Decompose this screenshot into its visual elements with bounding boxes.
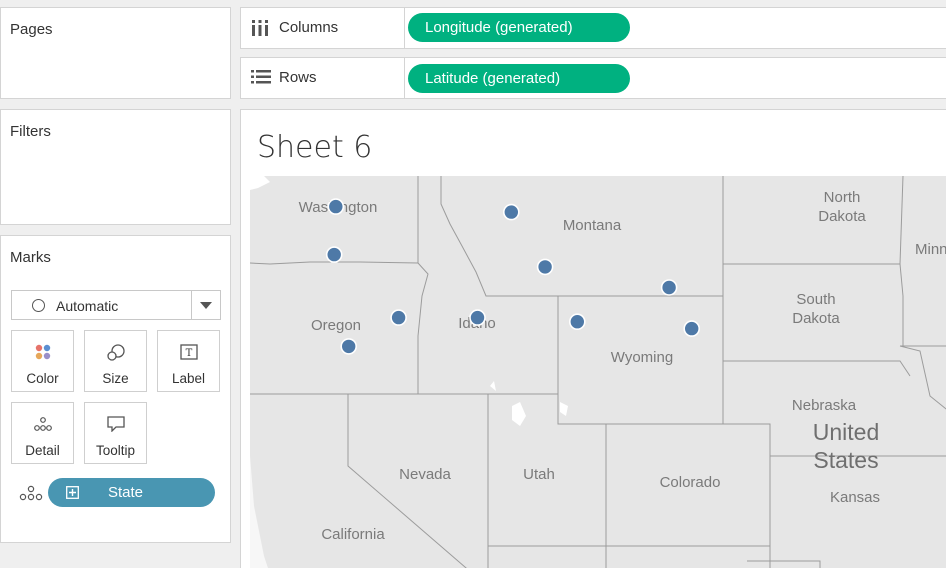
text-icon: T	[179, 344, 198, 360]
rows-label: Rows	[279, 69, 317, 86]
color-label: Color	[26, 371, 59, 386]
tooltip-label: Tooltip	[95, 443, 136, 458]
state-point-montana[interactable]	[502, 203, 520, 221]
label-button[interactable]: T Label	[157, 330, 220, 392]
chevron-down-icon[interactable]	[200, 302, 212, 309]
shelf-divider	[404, 58, 405, 98]
color-icon	[35, 344, 50, 360]
map-view[interactable]: NorthDakota SouthDakota Idaho Minn Washi…	[250, 176, 946, 568]
mark-type-value: Automatic	[56, 298, 119, 314]
rows-shelf[interactable]: Rows Latitude (generated)	[240, 57, 946, 99]
state-point-nebraska[interactable]	[660, 279, 678, 296]
state-point-colorado[interactable]	[568, 313, 586, 330]
longitude-pill[interactable]: Longitude (generated)	[408, 13, 630, 42]
detail-icon	[33, 417, 52, 431]
columns-icon	[252, 20, 268, 36]
tableau-workspace: Pages Filters Marks Automatic Color Size…	[0, 0, 946, 568]
shelf-divider	[404, 8, 405, 48]
latitude-pill[interactable]: Latitude (generated)	[408, 64, 630, 93]
tooltip-button[interactable]: Tooltip	[84, 402, 147, 464]
state-point-kansas[interactable]	[683, 320, 701, 337]
state-point-washington[interactable]	[327, 198, 345, 215]
mark-type-dropdown[interactable]: Automatic	[11, 290, 221, 320]
expand-plus-icon[interactable]	[66, 486, 79, 499]
detail-encoding-icon	[19, 485, 43, 501]
sheet-title[interactable]: Sheet 6	[257, 130, 372, 165]
state-detail-pill[interactable]: State	[48, 478, 215, 507]
pages-card[interactable]: Pages	[0, 7, 231, 99]
size-label: Size	[102, 371, 129, 386]
tooltip-icon	[106, 416, 125, 432]
columns-shelf[interactable]: Columns Longitude (generated)	[240, 7, 946, 49]
dropdown-divider	[191, 291, 192, 319]
filters-title: Filters	[10, 123, 51, 140]
size-button[interactable]: Size	[84, 330, 147, 392]
state-point-wyoming[interactable]	[536, 258, 554, 276]
svg-text:T: T	[185, 348, 192, 359]
rows-icon	[251, 70, 271, 84]
marks-card: Marks Automatic Color Size T Label Detai…	[0, 235, 231, 543]
size-icon	[106, 344, 125, 361]
state-point-oregon[interactable]	[325, 246, 343, 263]
marks-title: Marks	[10, 249, 51, 266]
state-point-california[interactable]	[340, 338, 357, 355]
state-point-utah[interactable]	[469, 309, 486, 326]
detail-label: Detail	[25, 443, 60, 458]
pages-title: Pages	[10, 21, 53, 38]
state-point-nevada[interactable]	[390, 309, 407, 326]
label-label: Label	[171, 371, 206, 386]
color-button[interactable]: Color	[11, 330, 74, 392]
columns-label: Columns	[279, 19, 339, 36]
sheet-view: Sheet 6 North Dakota South Dakota Minn O…	[240, 109, 946, 568]
circle-icon	[32, 299, 45, 312]
filters-card[interactable]: Filters	[0, 109, 231, 225]
state-points-layer[interactable]	[250, 176, 946, 568]
state-pill-label: State	[108, 484, 144, 501]
detail-button[interactable]: Detail	[11, 402, 74, 464]
